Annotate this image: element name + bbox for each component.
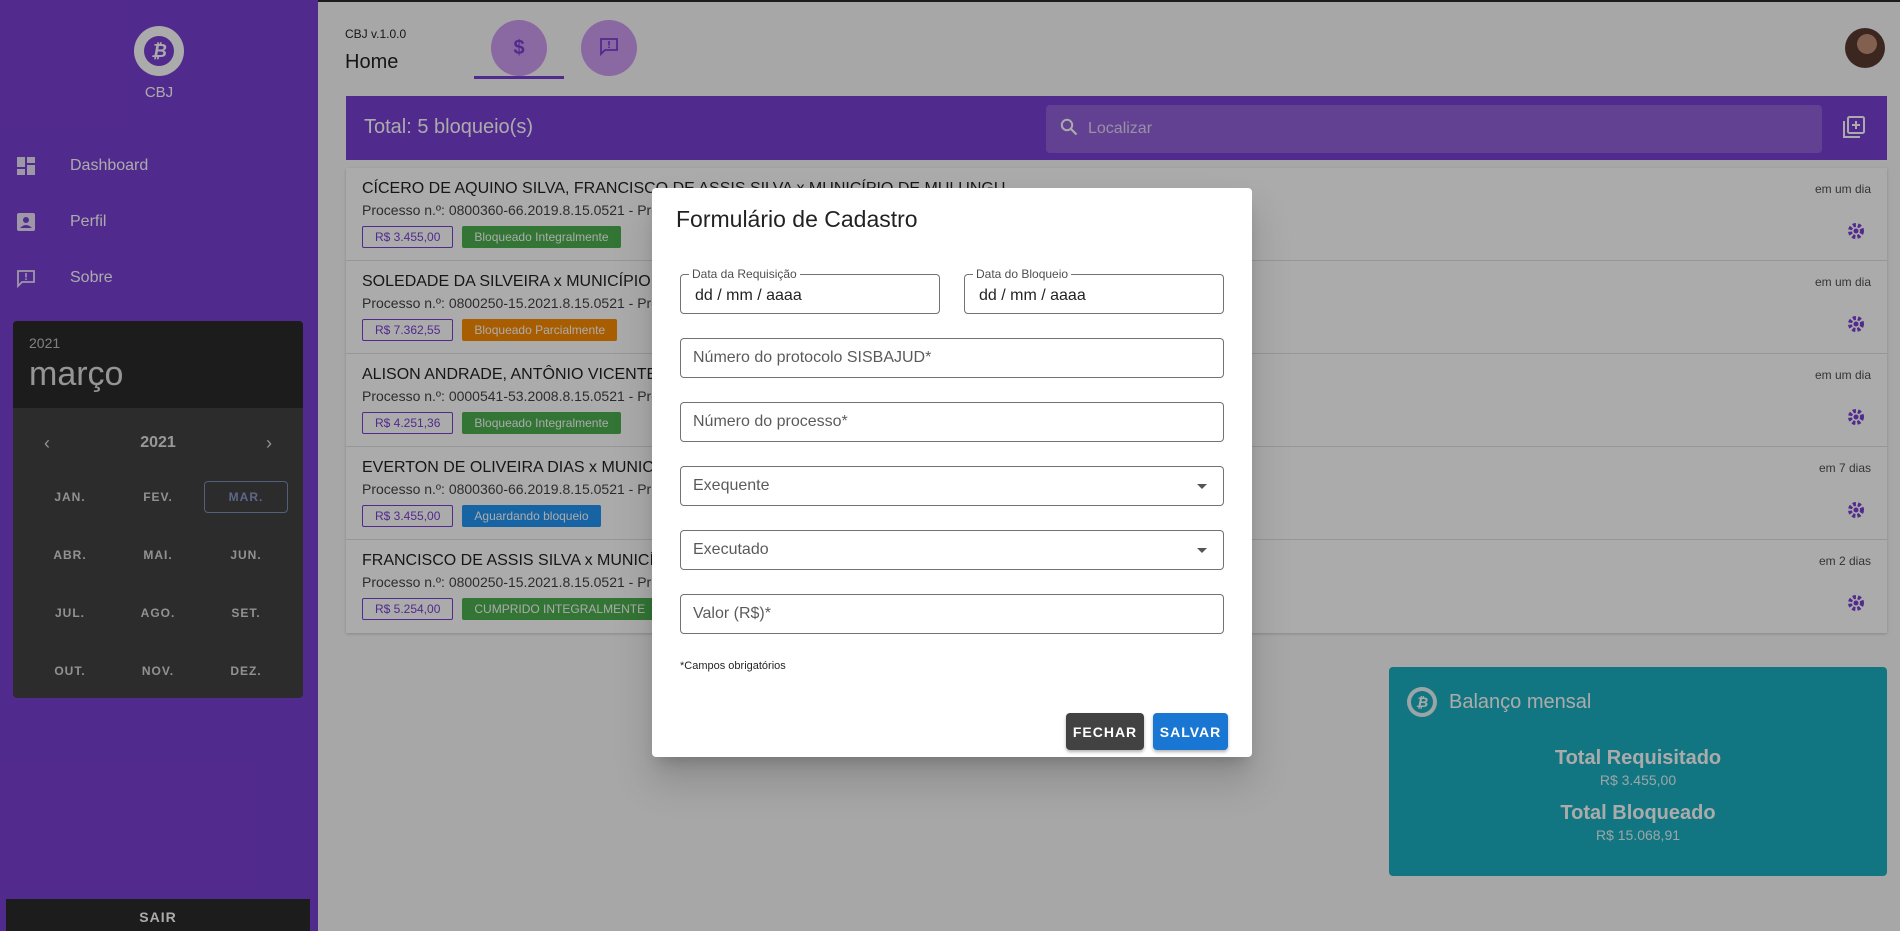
required-fields-note: *Campos obrigatórios [680, 660, 786, 672]
process-placeholder: Número do processo* [693, 413, 848, 430]
protocol-placeholder: Número do protocolo SISBAJUD* [693, 349, 932, 366]
registration-dialog: Formulário de Cadastro Data da Requisiçã… [652, 188, 1252, 757]
dropdown-arrow-icon [1197, 484, 1207, 489]
dialog-title: Formulário de Cadastro [676, 206, 918, 232]
save-button[interactable]: SALVAR [1153, 713, 1228, 750]
value-placeholder: Valor (R$)* [693, 605, 771, 622]
request-date-value: dd / mm / aaaa [695, 287, 802, 304]
block-date-value: dd / mm / aaaa [979, 287, 1086, 304]
request-date-label: Data da Requisição [689, 267, 800, 281]
close-button[interactable]: FECHAR [1066, 713, 1144, 750]
exequente-select[interactable]: Exequente [680, 466, 1224, 506]
protocol-field[interactable]: Número do protocolo SISBAJUD* [680, 338, 1224, 378]
executado-placeholder: Executado [693, 541, 769, 558]
exequente-placeholder: Exequente [693, 477, 770, 494]
value-field[interactable]: Valor (R$)* [680, 594, 1224, 634]
block-date-field[interactable]: Data do Bloqueio dd / mm / aaaa [964, 267, 1224, 314]
request-date-field[interactable]: Data da Requisição dd / mm / aaaa [680, 267, 940, 314]
dropdown-arrow-icon [1197, 548, 1207, 553]
executado-select[interactable]: Executado [680, 530, 1224, 570]
block-date-label: Data do Bloqueio [973, 267, 1072, 281]
process-field[interactable]: Número do processo* [680, 402, 1224, 442]
